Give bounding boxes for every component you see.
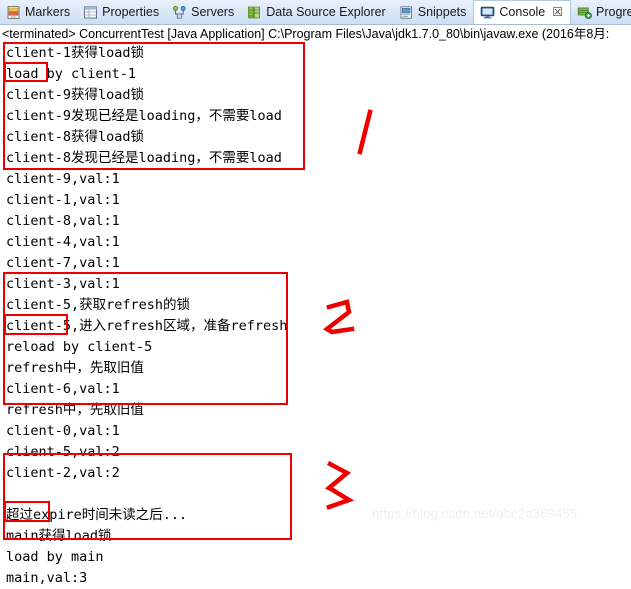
console-line: refresh中，先取旧值 <box>6 360 144 376</box>
tab-markers-label: Markers <box>25 4 71 19</box>
console-line: client-6,val:1 <box>6 381 120 397</box>
tab-markers[interactable]: Markers <box>0 0 77 24</box>
console-icon <box>480 5 495 20</box>
console-line: main,val:3 <box>6 570 88 586</box>
console-line: client-9发现已经是loading，不需要load <box>6 108 282 124</box>
tab-servers[interactable]: Servers <box>166 0 241 24</box>
tab-console[interactable]: Console ☒ <box>473 0 572 24</box>
servers-icon <box>172 5 187 20</box>
close-icon[interactable]: ☒ <box>552 0 563 24</box>
console-line: client-8发现已经是loading，不需要load <box>6 150 282 166</box>
console-line: client-1,val:1 <box>6 192 120 208</box>
properties-icon <box>83 5 98 20</box>
console-line: client-9,val:1 <box>6 171 120 187</box>
console-line: client-2,val:2 <box>6 465 120 481</box>
tab-data-source-explorer-label: Data Source Explorer <box>266 4 386 19</box>
console-line: client-7,val:1 <box>6 255 120 271</box>
data-source-explorer-icon <box>247 5 262 20</box>
tab-data-source-explorer[interactable]: Data Source Explorer <box>241 0 393 24</box>
tab-properties-label: Properties <box>102 4 160 19</box>
tab-snippets-label: Snippets <box>417 4 467 19</box>
console-line: load by client-1 <box>6 66 137 82</box>
tab-servers-label: Servers <box>191 4 235 19</box>
markers-icon <box>6 5 21 20</box>
tab-snippets[interactable]: Snippets <box>393 0 474 24</box>
console-line: reload by client-5 <box>6 339 153 355</box>
console-line: load by main <box>6 549 104 565</box>
console-line: 超过expire时间未读之后... <box>6 507 188 523</box>
console-line: client-5,val:2 <box>6 444 120 460</box>
console-line: client-8,val:1 <box>6 213 120 229</box>
console-line: refresh中，先取旧值 <box>6 402 144 418</box>
console-line: client-5,进入refresh区域，准备refresh <box>6 318 288 334</box>
view-tab-bar: Markers Properties Servers Data Source E… <box>0 0 631 25</box>
tab-progress-label: Progre <box>596 4 631 19</box>
tab-console-label: Console <box>499 5 546 19</box>
console-line: client-5,获取refresh的锁 <box>6 297 191 313</box>
console-line: client-1获得load锁 <box>6 45 145 61</box>
tab-properties[interactable]: Properties <box>77 0 166 24</box>
console-line: client-3,val:1 <box>6 276 120 292</box>
console-line: client-8获得load锁 <box>6 129 145 145</box>
console-line: client-9获得load锁 <box>6 87 145 103</box>
launch-configuration-description: <terminated> ConcurrentTest [Java Applic… <box>2 27 610 41</box>
console-line: client-4,val:1 <box>6 234 120 250</box>
progress-icon <box>577 5 592 20</box>
console-output-area[interactable]: client-1获得load锁 load by client-1 client-… <box>0 43 631 586</box>
watermark-text: https://blog.csdn.net/qbc2d389455 <box>372 506 578 521</box>
tab-progress[interactable]: Progre <box>571 0 631 24</box>
console-line: client-0,val:1 <box>6 423 120 439</box>
snippets-icon <box>399 5 414 20</box>
